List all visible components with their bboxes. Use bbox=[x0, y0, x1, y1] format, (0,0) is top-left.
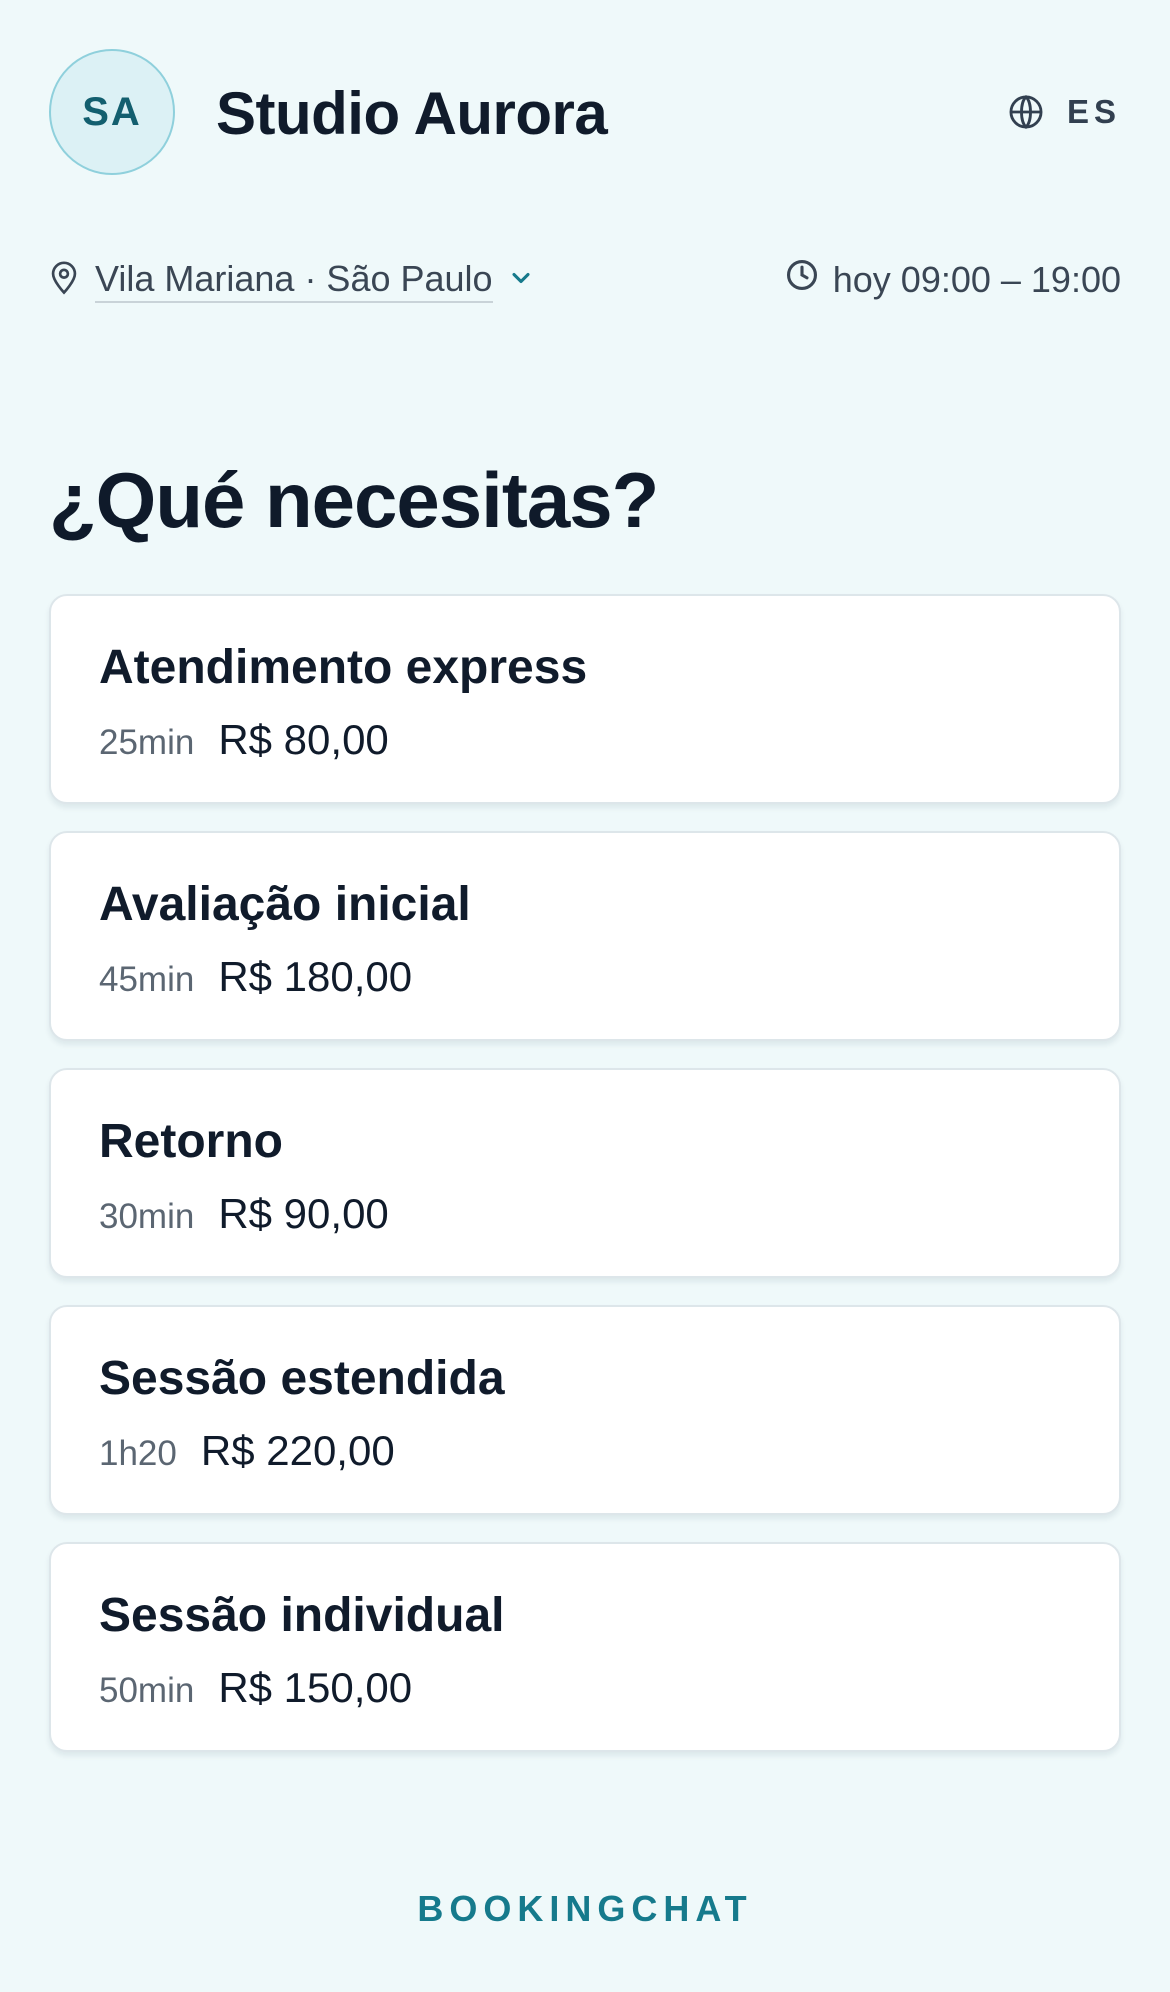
service-card[interactable]: Retorno 30min R$ 90,00 bbox=[49, 1068, 1121, 1278]
service-duration: 1h20 bbox=[99, 1434, 177, 1473]
section-title: ¿Qué necesitas? bbox=[49, 456, 659, 544]
hours-label: hoy 09:00 – 19:00 bbox=[832, 258, 1121, 300]
service-card[interactable]: Sessão estendida 1h20 R$ 220,00 bbox=[49, 1305, 1121, 1515]
service-price: R$ 90,00 bbox=[218, 1190, 389, 1237]
business-info-row: Vila Mariana · São Paulo hoy 09:00 – 19:… bbox=[49, 258, 1121, 308]
clock-icon bbox=[785, 258, 819, 301]
business-header: SA Studio Aurora ES bbox=[49, 49, 1121, 179]
service-meta: 1h20 R$ 220,00 bbox=[99, 1427, 395, 1475]
service-duration: 50min bbox=[99, 1671, 195, 1710]
chevron-down-icon bbox=[507, 264, 535, 297]
opening-hours: hoy 09:00 – 19:00 bbox=[785, 258, 1121, 301]
service-meta: 30min R$ 90,00 bbox=[99, 1190, 389, 1238]
service-card[interactable]: Atendimento express 25min R$ 80,00 bbox=[49, 594, 1121, 804]
map-pin-icon bbox=[49, 261, 79, 300]
service-meta: 25min R$ 80,00 bbox=[99, 716, 389, 764]
service-name: Retorno bbox=[99, 1115, 283, 1168]
service-card[interactable]: Avaliação inicial 45min R$ 180,00 bbox=[49, 831, 1121, 1041]
service-card[interactable]: Sessão individual 50min R$ 150,00 bbox=[49, 1542, 1121, 1752]
service-price: R$ 80,00 bbox=[218, 716, 389, 763]
booking-page: SA Studio Aurora ES Vila Mariana · São P… bbox=[0, 0, 1170, 1992]
service-meta: 45min R$ 180,00 bbox=[99, 953, 412, 1001]
business-avatar: SA bbox=[49, 49, 175, 175]
language-selector[interactable]: ES bbox=[1007, 93, 1121, 131]
service-duration: 30min bbox=[99, 1197, 195, 1236]
service-price: R$ 150,00 bbox=[218, 1664, 413, 1711]
service-name: Atendimento express bbox=[99, 641, 588, 694]
service-meta: 50min R$ 150,00 bbox=[99, 1664, 412, 1712]
location-label: Vila Mariana · São Paulo bbox=[95, 258, 493, 303]
service-price: R$ 220,00 bbox=[200, 1427, 395, 1474]
service-name: Sessão individual bbox=[99, 1589, 505, 1642]
service-duration: 25min bbox=[99, 723, 195, 762]
service-price: R$ 180,00 bbox=[218, 953, 413, 1000]
globe-icon bbox=[1007, 93, 1045, 131]
location-selector[interactable]: Vila Mariana · São Paulo bbox=[49, 258, 535, 303]
service-name: Sessão estendida bbox=[99, 1352, 505, 1405]
service-name: Avaliação inicial bbox=[99, 878, 471, 931]
language-code: ES bbox=[1066, 93, 1121, 130]
business-name: Studio Aurora bbox=[216, 80, 608, 147]
service-duration: 45min bbox=[99, 960, 195, 999]
footer-brand: BOOKINGCHAT bbox=[417, 1888, 753, 1929]
